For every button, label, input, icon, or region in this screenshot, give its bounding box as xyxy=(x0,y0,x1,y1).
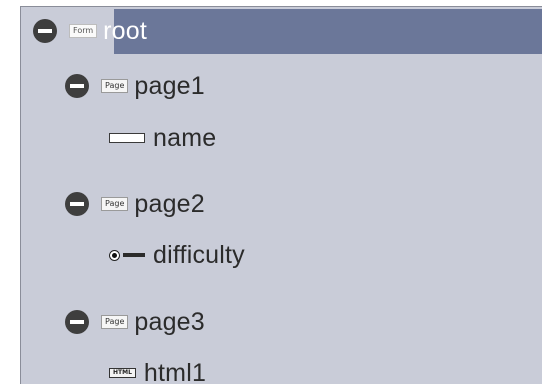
tree-node-label[interactable]: html1 xyxy=(144,359,206,388)
tree-node-page2[interactable]: Page page2 xyxy=(65,186,205,222)
page-badge-icon: Page xyxy=(101,315,129,329)
tree-node-page3[interactable]: Page page3 xyxy=(65,304,205,340)
text-input-icon xyxy=(109,133,145,143)
selection-highlight xyxy=(114,9,542,54)
collapse-icon[interactable] xyxy=(65,192,89,216)
tree-node-label[interactable]: page2 xyxy=(134,190,205,219)
tree-node-name[interactable]: name xyxy=(109,120,216,156)
tree-node-page1[interactable]: Page page1 xyxy=(65,68,205,104)
page-badge-icon: Page xyxy=(101,79,129,93)
tree-node-label[interactable]: root xyxy=(103,17,147,46)
tree-node-html1[interactable]: HTML html1 xyxy=(109,355,206,391)
tree-node-root[interactable]: Form root xyxy=(33,13,147,49)
page-badge-icon: Page xyxy=(101,197,129,211)
radio-button-icon xyxy=(109,249,145,261)
tree-node-difficulty[interactable]: difficulty xyxy=(109,237,245,273)
tree-node-label[interactable]: name xyxy=(153,124,216,153)
collapse-icon[interactable] xyxy=(65,310,89,334)
html-icon: HTML xyxy=(109,368,136,378)
form-badge-icon: Form xyxy=(69,24,98,38)
form-tree-panel: Form root Page page1 name Page page2 dif… xyxy=(20,6,542,387)
collapse-icon[interactable] xyxy=(33,19,57,43)
tree-node-label[interactable]: page1 xyxy=(134,72,205,101)
tree-node-label[interactable]: page3 xyxy=(134,308,205,337)
tree-node-label[interactable]: difficulty xyxy=(153,241,245,270)
collapse-icon[interactable] xyxy=(65,74,89,98)
